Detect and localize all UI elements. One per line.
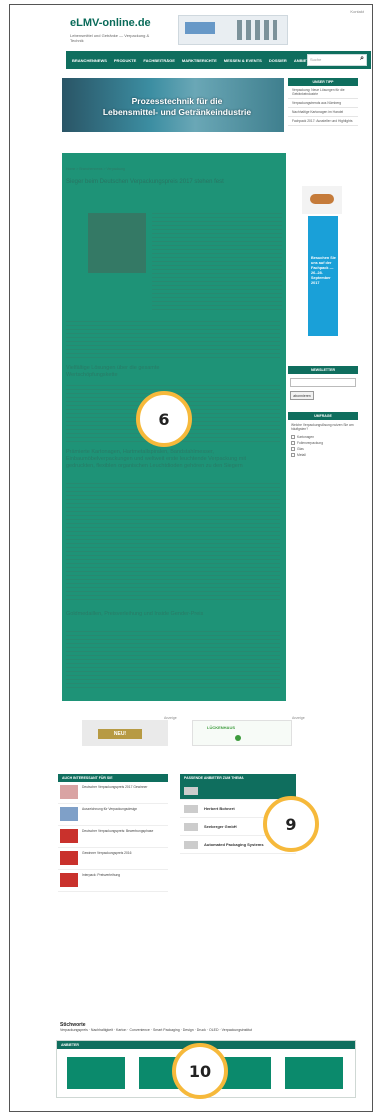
list-item[interactable]: Auszeichnung für Verpackungsdesign: [58, 804, 168, 826]
sidebar-ad[interactable]: Besuchen Sie uns auf der Fachpack — 26.-…: [302, 186, 342, 336]
supplier-item[interactable]: [180, 782, 296, 800]
sidebar: UNSER TIPP Verpackung: Neue Lösungen für…: [288, 78, 358, 336]
list-item-caption: Deutscher Verpackungspreis 2017 Gewinner: [82, 785, 148, 789]
header-ad-logo: [185, 22, 215, 34]
annotation-badge: 6: [136, 391, 192, 447]
supplier-name: Automated Packaging Systems: [204, 842, 264, 847]
thumbnail: [60, 873, 78, 887]
checkbox[interactable]: [291, 447, 295, 451]
breadcrumb[interactable]: Home > Branchennews > Verpackung: [66, 167, 125, 171]
sidebar-item[interactable]: Nachhaltige Kartonagen im Handel: [288, 108, 358, 117]
poll-option-label: Glas: [297, 447, 304, 451]
article-title: Sieger beim Deutschen Verpackungspreis 2…: [66, 179, 224, 185]
ad-tag: Anzeige: [292, 716, 305, 720]
article-subhead: Goldmedaillen, Preisverleihung und Insid…: [66, 611, 204, 617]
newsletter-subscribe-button[interactable]: abonnieren: [290, 391, 314, 400]
tags-list[interactable]: Verpackungspreis · Nachhaltigkeit · Kart…: [60, 1028, 356, 1033]
list-item[interactable]: Interpack: Preisverleihung: [58, 870, 168, 892]
top-link[interactable]: Kontakt: [350, 9, 364, 14]
poll-option-label: Kartonagen: [297, 435, 315, 439]
ad-right-logo: [235, 735, 241, 741]
header-ad-graphic: [237, 20, 277, 40]
search-input[interactable]: Suche: [307, 54, 367, 66]
nav-item-marktberichte[interactable]: MARKTBERICHTE: [182, 58, 217, 63]
tags-section: Stichworte Verpackungspreis · Nachhaltig…: [60, 1022, 356, 1033]
poll-question: Welche Verpackungslösung nutzen Sie am h…: [291, 423, 354, 431]
newsletter-head: NEWSLETTER: [288, 366, 358, 374]
list-item-caption: Gewinner Verpackungspreis 2016: [82, 851, 132, 855]
sidebar-ad-text: Besuchen Sie uns auf der Fachpack — 26.-…: [311, 256, 336, 285]
poll-option-label: Metall: [297, 453, 306, 457]
site-tagline: Lebensmittel und Getränke — Verpackung &…: [70, 33, 150, 43]
sidebar-item[interactable]: Verpackung: Neue Lösungen für die Geträn…: [288, 86, 358, 99]
poll-head: UMFRAGE: [288, 412, 358, 420]
checkbox[interactable]: [291, 435, 295, 439]
nav-item-messen[interactable]: MESSEN & EVENTS: [224, 58, 262, 63]
main-nav: BRANCHENNEWS PRODUKTE FACHBEITRÄGE MARKT…: [66, 51, 371, 69]
ad-right[interactable]: LÜCKENHAUS: [192, 720, 292, 746]
supplier-head: PASSENDE ANBIETER ZUM THEMA: [180, 774, 296, 782]
thumbnail: [60, 829, 78, 843]
checkbox[interactable]: [291, 441, 295, 445]
banner-text: Prozesstechnik für die Lebensmittel- und…: [72, 96, 282, 118]
article-image: [88, 213, 146, 273]
newsletter-box: NEWSLETTER abonnieren: [288, 366, 358, 402]
interest-head: AUCH INTERESSANT FÜR SIE: [58, 774, 168, 782]
list-item-caption: Deutscher Verpackungspreis: Bewerbungsph…: [82, 829, 154, 833]
list-item[interactable]: Deutscher Verpackungspreis: Bewerbungsph…: [58, 826, 168, 848]
list-item[interactable]: Gewinner Verpackungspreis 2016: [58, 848, 168, 870]
article-subhead: Vielfältige Lösungen über die gesamte We…: [66, 365, 160, 378]
nav-item-produkte[interactable]: PRODUKTE: [114, 58, 136, 63]
supplier-logo: [184, 804, 198, 813]
supplier-logo: [184, 822, 198, 831]
list-item-caption: Auszeichnung für Verpackungsdesign: [82, 807, 138, 811]
nav-item-branchennews[interactable]: BRANCHENNEWS: [72, 58, 107, 63]
list-item-caption: Interpack: Preisverleihung: [82, 873, 121, 877]
article-text-block: [66, 631, 280, 691]
top-banner-ad[interactable]: Prozesstechnik für die Lebensmittel- und…: [62, 78, 284, 132]
supplier-logo: [184, 786, 198, 795]
ad-left[interactable]: NEU!: [82, 720, 168, 746]
supplier-logo: [184, 840, 198, 849]
header-ad[interactable]: [178, 15, 288, 45]
article-text-block: [66, 483, 280, 603]
banner-line-2: Lebensmittel- und Getränkeindustrie: [102, 107, 252, 117]
nav-item-dossier[interactable]: DOSSIER: [269, 58, 287, 63]
thumbnail: [60, 785, 78, 799]
poll-option-label: Folienverpackung: [297, 441, 324, 445]
annotation-badge: 10: [172, 1043, 228, 1099]
sidebar-item[interactable]: Verpackungstrends aus Nürnberg: [288, 99, 358, 108]
sidebar-item[interactable]: Fachpack 2017: Aussteller und Highlights: [288, 117, 358, 126]
thumbnail: [60, 851, 78, 865]
article-text-block: [66, 321, 280, 361]
article-subhead: Prämierte Kartonagen, Hartmetallspiralen…: [66, 449, 247, 469]
search-icon[interactable]: ⌕: [360, 55, 364, 63]
bottom-card[interactable]: [67, 1057, 125, 1089]
list-item[interactable]: Deutscher Verpackungspreis 2017 Gewinner: [58, 782, 168, 804]
interest-box: AUCH INTERESSANT FÜR SIE Deutscher Verpa…: [58, 774, 168, 892]
ad-row: Anzeige Anzeige NEU! LÜCKENHAUS: [60, 716, 356, 750]
newsletter-email-field[interactable]: [290, 378, 356, 387]
sidebar-ad-image: [302, 186, 342, 214]
article-text-block: [152, 213, 282, 313]
ad-right-label: LÜCKENHAUS: [207, 725, 235, 730]
supplier-name: Herbert Bohnert: [204, 806, 235, 811]
nav-item-fachbeitraege[interactable]: FACHBEITRÄGE: [143, 58, 175, 63]
thumbnail: [60, 807, 78, 821]
site-logo[interactable]: eLMV-online.de: [70, 17, 151, 29]
sidebar-head: UNSER TIPP: [288, 78, 358, 86]
banner-line-1: Prozesstechnik für die: [131, 96, 223, 106]
bottom-card[interactable]: [285, 1057, 343, 1089]
poll-box: UMFRAGE Welche Verpackungslösung nutzen …: [288, 412, 358, 458]
ad-left-label: NEU!: [98, 729, 142, 739]
checkbox[interactable]: [291, 453, 295, 457]
poll-option[interactable]: Metall: [288, 452, 358, 458]
supplier-name: Seeberger GmbH: [204, 824, 237, 829]
annotation-badge: 9: [263, 796, 319, 852]
